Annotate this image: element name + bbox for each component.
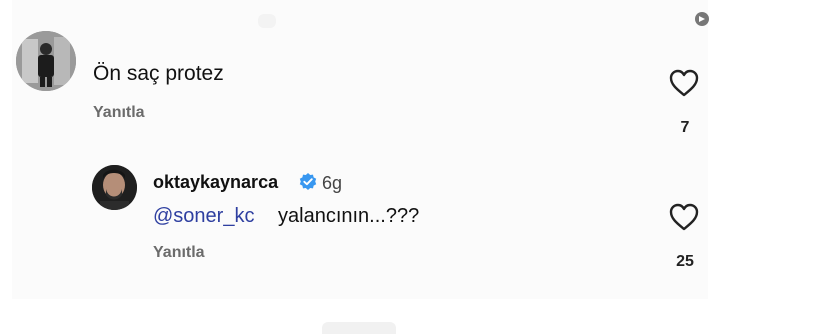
heart-icon[interactable] (668, 203, 700, 231)
reply-username[interactable]: oktaykaynarca (153, 172, 278, 193)
top-faint-element (258, 14, 276, 28)
reply-age: 6g (322, 173, 343, 193)
bottom-handle (322, 322, 396, 334)
like-count: 7 (680, 119, 690, 136)
comment-text: Ön saç protez (93, 62, 224, 85)
reply-text: yalancının...??? (278, 205, 420, 227)
avatar[interactable] (92, 165, 137, 210)
like-count: 25 (676, 253, 694, 270)
avatar[interactable] (16, 31, 76, 91)
verified-badge-icon (299, 173, 317, 190)
mention-link[interactable]: @soner_kc (153, 205, 254, 228)
heart-icon[interactable] (668, 69, 700, 97)
comments-panel (12, 0, 708, 299)
reply-button[interactable]: Yanıtla (93, 104, 145, 122)
share-icon[interactable] (693, 10, 711, 28)
reply-button[interactable]: Yanıtla (153, 244, 205, 262)
